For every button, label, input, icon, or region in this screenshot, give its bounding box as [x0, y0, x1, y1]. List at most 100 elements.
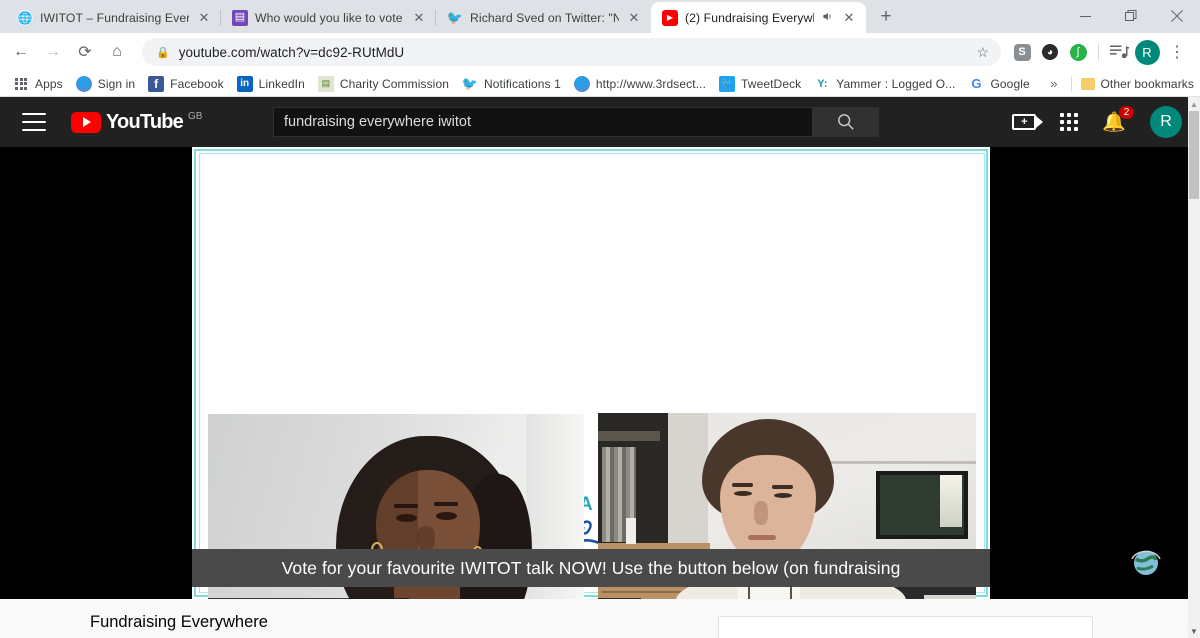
- reload-button[interactable]: ⟳: [70, 37, 100, 67]
- close-icon[interactable]: ✕: [626, 10, 642, 26]
- avatar-initial: R: [1134, 39, 1160, 65]
- eye-right: [774, 493, 792, 498]
- participant-tile-camille: Camille St-Omer Donaldson: [208, 414, 584, 629]
- tab-title: Richard Sved on Twitter: "Now it: [470, 10, 619, 25]
- tab-strip: 🌐 IWITOT – Fundraising Everywhere ✕ ▤ Wh…: [0, 0, 1200, 33]
- bookmark-charity-commission[interactable]: ▤ Charity Commission: [313, 73, 457, 95]
- close-icon[interactable]: ✕: [841, 10, 857, 26]
- maximize-restore-button[interactable]: [1108, 0, 1154, 32]
- nose: [754, 501, 768, 525]
- forward-button[interactable]: →: [38, 37, 68, 67]
- browser-window: 🌐 IWITOT – Fundraising Everywhere ✕ ▤ Wh…: [0, 0, 1200, 638]
- below-player-section: Fundraising Everywhere: [0, 599, 1188, 638]
- bookmark-linkedin[interactable]: in LinkedIn: [232, 73, 313, 95]
- bookmark-sign-in[interactable]: 🌐 Sign in: [71, 73, 143, 95]
- notifications-bell-icon[interactable]: 🔔 2: [1102, 106, 1134, 134]
- mouth: [748, 535, 776, 540]
- bookmark-tweetdeck[interactable]: 🐦 TweetDeck: [714, 73, 809, 95]
- tab-title: (2) Fundraising Everywhere -: [685, 10, 814, 25]
- tweetdeck-icon: 🐦: [719, 75, 736, 92]
- globe-world-logo-icon: [1126, 541, 1166, 581]
- bookmarks-bar: Apps 🌐 Sign in f Facebook in LinkedIn ▤ …: [0, 71, 1200, 97]
- picture-highlight: [940, 475, 962, 527]
- green-glyph: ʃ: [1069, 43, 1087, 61]
- page-content: YouTube GB fundraising everywhere iwitot…: [0, 97, 1200, 638]
- url-text: youtube.com/watch?v=dc92-RUtMdU: [178, 44, 405, 60]
- close-icon[interactable]: ✕: [411, 10, 427, 26]
- video-player[interactable]: A: [0, 147, 1188, 629]
- channel-title[interactable]: Fundraising Everywhere: [90, 613, 268, 632]
- bookmarks-overflow-button[interactable]: »: [1044, 76, 1063, 91]
- youtube-logo[interactable]: YouTube GB: [71, 111, 202, 133]
- eyebrow-right: [772, 485, 793, 489]
- bookmark-label: http://www.3rdsect...: [595, 76, 707, 91]
- profile-avatar[interactable]: R: [1134, 39, 1160, 65]
- tab-title: IWITOT – Fundraising Everywhere: [40, 10, 189, 25]
- back-button[interactable]: ←: [6, 37, 36, 67]
- forms-icon: ▤: [232, 9, 248, 26]
- bookmark-label: Sign in: [97, 76, 136, 91]
- create-video-icon[interactable]: +: [1012, 114, 1044, 130]
- scroll-down-arrow-icon[interactable]: ▼: [1188, 624, 1200, 638]
- search-button[interactable]: [813, 107, 879, 137]
- browser-tab-4-active[interactable]: ▶ (2) Fundraising Everywhere - ✕: [651, 2, 866, 33]
- globe-icon: 🌐: [573, 75, 590, 92]
- new-tab-button[interactable]: +: [872, 3, 900, 31]
- bookmark-google[interactable]: G Google: [963, 73, 1037, 95]
- green-extension-icon[interactable]: ʃ: [1065, 39, 1091, 65]
- scroll-up-arrow-icon[interactable]: ▲: [1188, 97, 1200, 111]
- bookmark-notifications[interactable]: 🐦 Notifications 1: [457, 73, 569, 95]
- youtube-header: YouTube GB fundraising everywhere iwitot…: [0, 97, 1200, 147]
- reading-list-icon[interactable]: [1106, 39, 1132, 65]
- address-bar[interactable]: 🔒 youtube.com/watch?v=dc92-RUtMdU ☆: [142, 38, 1001, 66]
- bookmark-label: Charity Commission: [339, 76, 449, 91]
- yammer-icon: Y:: [817, 77, 828, 90]
- browser-tab-1[interactable]: 🌐 IWITOT – Fundraising Everywhere ✕: [6, 2, 221, 33]
- home-button[interactable]: ⌂: [102, 37, 132, 67]
- youtube-header-actions: + 🔔 2 R: [1012, 106, 1182, 138]
- chrome-menu-button[interactable]: ⋮: [1162, 37, 1192, 67]
- bookmark-yammer[interactable]: Y: Yammer : Logged O...: [809, 73, 963, 95]
- bookmark-star-icon[interactable]: ☆: [976, 44, 989, 61]
- bookmarks-right-group: » Other bookmarks: [1044, 75, 1194, 92]
- bookmark-label: TweetDeck: [741, 76, 802, 91]
- skype-extension-icon[interactable]: S: [1009, 39, 1035, 65]
- scrollbar-thumb[interactable]: [1189, 111, 1199, 199]
- participant-tile-joe: Joe: [598, 413, 976, 629]
- twitter-icon: 🐦: [447, 10, 463, 25]
- bookmark-label: Notifications 1: [484, 76, 561, 91]
- bookmark-apps[interactable]: Apps: [8, 73, 71, 95]
- apps-grid-icon[interactable]: [1060, 113, 1079, 131]
- hamburger-icon[interactable]: [22, 113, 46, 131]
- browser-tab-2[interactable]: ▤ Who would you like to vote for? ✕: [220, 2, 436, 33]
- close-icon[interactable]: ✕: [196, 10, 212, 26]
- search-input[interactable]: fundraising everywhere iwitot: [273, 107, 813, 137]
- candle: [626, 518, 636, 544]
- other-bookmarks-label: Other bookmarks: [1100, 76, 1194, 91]
- globe-icon: 🌐: [75, 75, 92, 92]
- tab-audio-icon[interactable]: [821, 10, 834, 26]
- globe-extension-icon[interactable]: ◕: [1037, 39, 1063, 65]
- apps-grid-icon: [13, 76, 29, 92]
- notification-badge: 2: [1119, 106, 1134, 119]
- google-icon: G: [971, 76, 982, 91]
- skype-glyph: S: [1013, 43, 1031, 61]
- browser-tab-3[interactable]: 🐦 Richard Sved on Twitter: "Now it ✕: [435, 2, 651, 33]
- close-window-button[interactable]: [1154, 0, 1200, 32]
- folder-icon: [1080, 76, 1096, 92]
- charity-commission-icon: ▤: [317, 75, 334, 92]
- eye-left: [396, 514, 417, 522]
- sidebar-card[interactable]: [718, 616, 1093, 638]
- bookmark-3rdsector[interactable]: 🌐 http://www.3rdsect...: [569, 73, 714, 95]
- minimize-button[interactable]: [1062, 0, 1108, 32]
- bookmark-label: Apps: [35, 76, 63, 91]
- youtube-icon: ▶: [662, 9, 678, 26]
- eyebrow-left: [732, 483, 753, 487]
- page-scrollbar[interactable]: ▲ ▼: [1188, 97, 1200, 638]
- account-avatar[interactable]: R: [1150, 106, 1182, 138]
- caption-text: Vote for your favourite IWITOT talk NOW!…: [281, 557, 901, 578]
- browser-toolbar: ← → ⟳ ⌂ 🔒 youtube.com/watch?v=dc92-RUtMd…: [0, 33, 1200, 71]
- toolbar-divider: [1098, 43, 1099, 61]
- bookmark-facebook[interactable]: f Facebook: [143, 73, 232, 95]
- eyebrow-left: [394, 504, 418, 508]
